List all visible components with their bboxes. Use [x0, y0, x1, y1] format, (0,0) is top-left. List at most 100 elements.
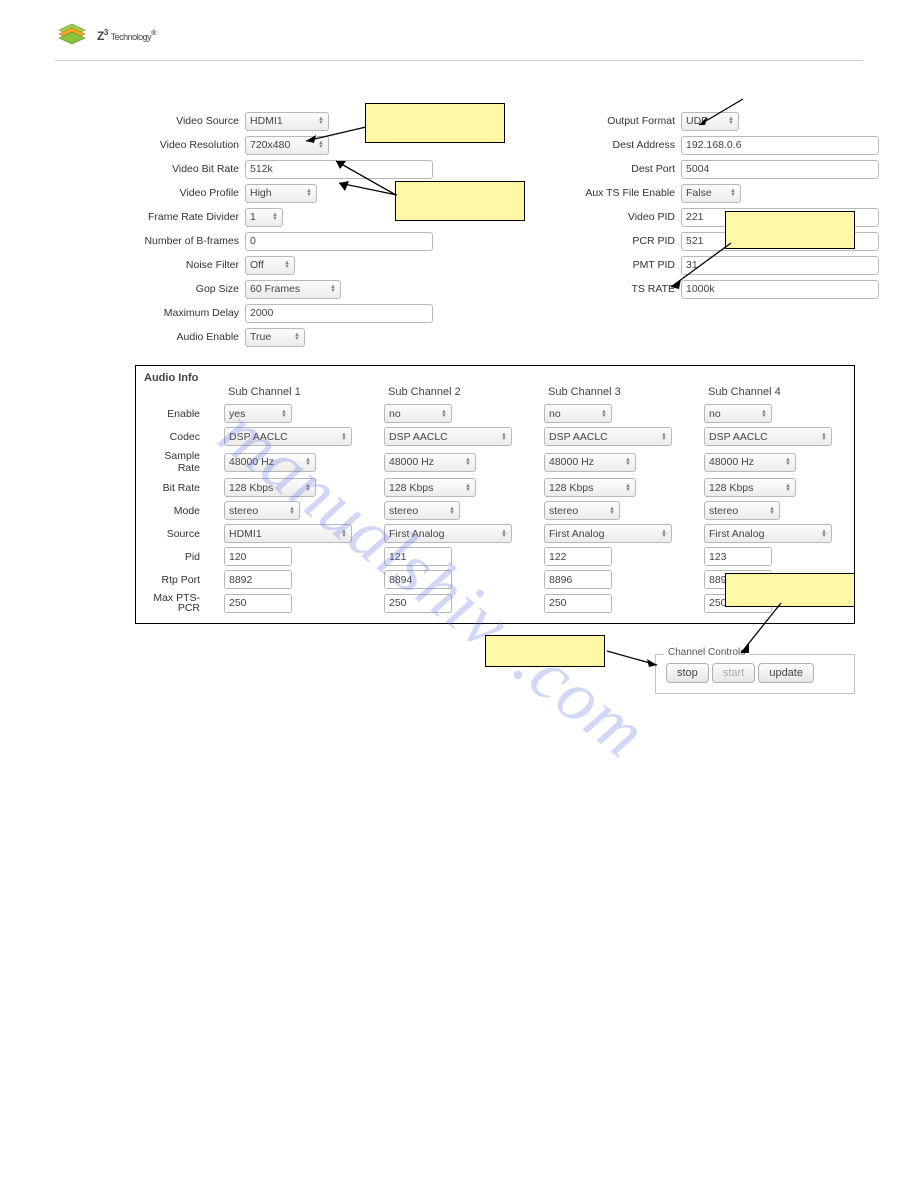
- video-settings-col: Video Source HDMI1▲▼ Video Resolution 72…: [135, 111, 433, 351]
- source-label: Source: [144, 528, 204, 540]
- arrow-icon: [665, 241, 735, 294]
- spinner-icon: ▲▼: [730, 189, 736, 197]
- sample-rate-select[interactable]: 48000 Hz▲▼: [224, 453, 316, 472]
- sub-channel-head: Sub Channel 4: [704, 386, 844, 400]
- spinner-icon: ▲▼: [341, 530, 347, 538]
- source-select[interactable]: First Analog▲▼: [384, 524, 512, 543]
- audio-enable-label: Audio Enable: [135, 331, 245, 343]
- mode-select[interactable]: stereo▲▼: [384, 501, 460, 520]
- callout-box: [395, 181, 525, 221]
- spinner-icon: ▲▼: [821, 530, 827, 538]
- video-bitrate-label: Video Bit Rate: [135, 163, 245, 175]
- spinner-icon: ▲▼: [661, 530, 667, 538]
- dest-address-label: Dest Address: [583, 139, 681, 151]
- brand-z: Z: [97, 29, 104, 43]
- bitrate-select[interactable]: 128 Kbps▲▼: [384, 478, 476, 497]
- pid-input[interactable]: 121: [384, 547, 452, 566]
- bitrate-select[interactable]: 128 Kbps▲▼: [544, 478, 636, 497]
- dest-address-input[interactable]: 192.168.0.6: [681, 136, 879, 155]
- sample-rate-select[interactable]: 48000 Hz▲▼: [704, 453, 796, 472]
- max-pts-pcr-label: Max PTS-PCR: [144, 593, 204, 613]
- pid-input[interactable]: 123: [704, 547, 772, 566]
- video-source-label: Video Source: [135, 115, 245, 127]
- arrow-icon: [333, 179, 399, 202]
- source-select[interactable]: HDMI1▲▼: [224, 524, 352, 543]
- spinner-icon: ▲▼: [289, 507, 295, 515]
- sample-rate-select[interactable]: 48000 Hz▲▼: [544, 453, 636, 472]
- codec-select[interactable]: DSP AACLC▲▼: [224, 427, 352, 446]
- enable-select[interactable]: no▲▼: [704, 404, 772, 423]
- number-bframes-input[interactable]: 0: [245, 232, 433, 251]
- max-pts-pcr-input[interactable]: 250: [224, 594, 292, 613]
- logo-icon: [55, 20, 89, 50]
- max-pts-pcr-input[interactable]: 250: [544, 594, 612, 613]
- sample-rate-label: Sample Rate: [144, 450, 204, 474]
- spinner-icon: ▲▼: [661, 433, 667, 441]
- spinner-icon: ▲▼: [601, 410, 607, 418]
- enable-label: Enable: [144, 408, 204, 420]
- brand-reg: ®: [151, 30, 156, 37]
- audio-enable-select[interactable]: True▲▼: [245, 328, 305, 347]
- video-profile-label: Video Profile: [135, 187, 245, 199]
- spinner-icon: ▲▼: [501, 433, 507, 441]
- spinner-icon: ▲▼: [625, 484, 631, 492]
- mode-select[interactable]: stereo▲▼: [704, 501, 780, 520]
- video-pid-label: Video PID: [583, 211, 681, 223]
- video-profile-select[interactable]: High▲▼: [245, 184, 317, 203]
- brand-text: Z3 Technology®: [97, 28, 156, 43]
- source-select[interactable]: First Analog▲▼: [704, 524, 832, 543]
- codec-select[interactable]: DSP AACLC▲▼: [704, 427, 832, 446]
- mode-select[interactable]: stereo▲▼: [544, 501, 620, 520]
- enable-select[interactable]: yes▲▼: [224, 404, 292, 423]
- bitrate-select[interactable]: 128 Kbps▲▼: [224, 478, 316, 497]
- brand-sup: 3: [104, 28, 108, 37]
- max-pts-pcr-input[interactable]: 250: [384, 594, 452, 613]
- mode-label: Mode: [144, 505, 204, 517]
- pid-input[interactable]: 122: [544, 547, 612, 566]
- stop-button[interactable]: stop: [666, 663, 709, 683]
- enable-select[interactable]: no▲▼: [384, 404, 452, 423]
- spinner-icon: ▲▼: [449, 507, 455, 515]
- spinner-icon: ▲▼: [501, 530, 507, 538]
- codec-select[interactable]: DSP AACLC▲▼: [384, 427, 512, 446]
- sample-rate-select[interactable]: 48000 Hz▲▼: [384, 453, 476, 472]
- spinner-icon: ▲▼: [785, 484, 791, 492]
- noise-filter-select[interactable]: Off▲▼: [245, 256, 295, 275]
- spinner-icon: ▲▼: [341, 433, 347, 441]
- start-button[interactable]: start: [712, 663, 755, 683]
- rtp-port-input[interactable]: 8894: [384, 570, 452, 589]
- video-resolution-label: Video Resolution: [135, 139, 245, 151]
- aux-ts-enable-label: Aux TS File Enable: [583, 187, 681, 199]
- rtp-port-label: Rtp Port: [144, 574, 204, 586]
- mode-select[interactable]: stereo▲▼: [224, 501, 300, 520]
- spinner-icon: ▲▼: [465, 484, 471, 492]
- spinner-icon: ▲▼: [625, 458, 631, 466]
- codec-select[interactable]: DSP AACLC▲▼: [544, 427, 672, 446]
- spinner-icon: ▲▼: [465, 458, 471, 466]
- dest-port-input[interactable]: 5004: [681, 160, 879, 179]
- dest-port-label: Dest Port: [583, 163, 681, 175]
- source-select[interactable]: First Analog▲▼: [544, 524, 672, 543]
- max-delay-label: Maximum Delay: [135, 307, 245, 319]
- callout-box: [485, 635, 605, 667]
- frame-rate-divider-label: Frame Rate Divider: [135, 211, 245, 223]
- sub-channel-head: Sub Channel 3: [544, 386, 684, 400]
- brand-tech: Technology: [111, 32, 152, 42]
- rtp-port-input[interactable]: 8892: [224, 570, 292, 589]
- aux-ts-enable-select[interactable]: False▲▼: [681, 184, 741, 203]
- spinner-icon: ▲▼: [294, 333, 300, 341]
- output-format-label: Output Format: [583, 115, 681, 127]
- bitrate-label: Bit Rate: [144, 482, 204, 494]
- enable-select[interactable]: no▲▼: [544, 404, 612, 423]
- rtp-port-input[interactable]: 8896: [544, 570, 612, 589]
- update-button[interactable]: update: [758, 663, 814, 683]
- pid-input[interactable]: 120: [224, 547, 292, 566]
- max-delay-input[interactable]: 2000: [245, 304, 433, 323]
- arrow-icon: [603, 645, 663, 672]
- spinner-icon: ▲▼: [281, 410, 287, 418]
- gop-size-select[interactable]: 60 Frames▲▼: [245, 280, 341, 299]
- frame-rate-divider-select[interactable]: 1▲▼: [245, 208, 283, 227]
- spinner-icon: ▲▼: [785, 458, 791, 466]
- spinner-icon: ▲▼: [609, 507, 615, 515]
- bitrate-select[interactable]: 128 Kbps▲▼: [704, 478, 796, 497]
